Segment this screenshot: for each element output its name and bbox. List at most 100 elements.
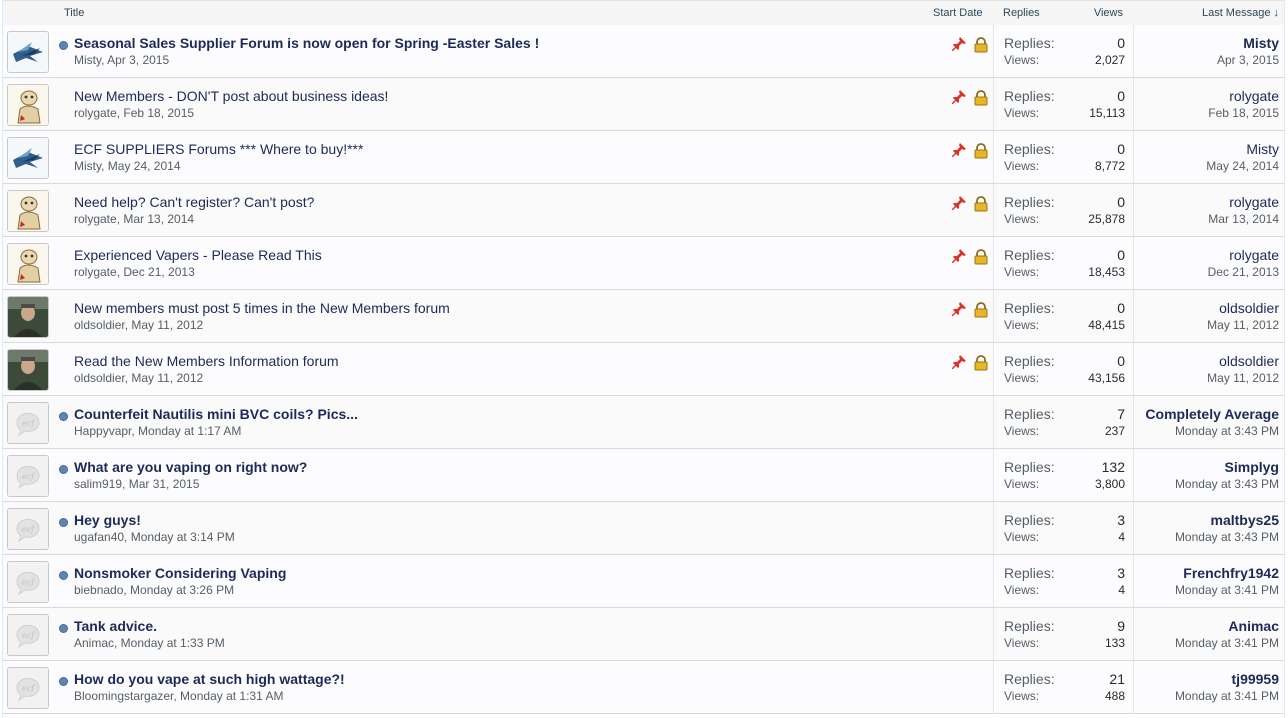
thread-title-link[interactable]: Read the New Members Information forum	[74, 353, 339, 369]
views-count: 25,878	[1088, 212, 1125, 226]
thread-row[interactable]: Need help? Can't register? Can't post? ro…	[3, 184, 1284, 237]
thread-stats: Replies: 21 Views: 488	[993, 661, 1134, 713]
thread-row[interactable]: ecf Hey guys! ugafan40, Monday at 3:14 PM R…	[3, 502, 1284, 555]
last-post-date-link[interactable]: Apr 3, 2015	[1217, 53, 1279, 67]
thread-status-icons	[949, 142, 989, 159]
photo-avatar[interactable]	[7, 296, 49, 338]
replies-count: 21	[1109, 671, 1125, 687]
thread-row[interactable]: New members must post 5 times in the New…	[3, 290, 1284, 343]
default-avatar[interactable]: ecf	[7, 667, 49, 709]
sticky-pin-icon	[951, 36, 967, 57]
thread-title-link[interactable]: Need help? Can't register? Can't post?	[74, 194, 314, 210]
thread-title-link[interactable]: Nonsmoker Considering Vaping	[74, 565, 286, 581]
thread-row[interactable]: ecf How do you vape at such high wattage?…	[3, 661, 1284, 714]
last-post-date-link[interactable]: Monday at 3:41 PM	[1175, 689, 1279, 703]
thread-row[interactable]: ECF SUPPLIERS Forums *** Where to buy!**…	[3, 131, 1284, 184]
thread-row[interactable]: New Members - DON'T post about business …	[3, 78, 1284, 131]
last-post-date-link[interactable]: Monday at 3:41 PM	[1175, 583, 1279, 597]
thread-stats: Replies: 0 Views: 48,415	[993, 290, 1134, 342]
thread-author-date[interactable]: oldsoldier, May 11, 2012	[74, 318, 203, 332]
default-avatar[interactable]: ecf	[7, 614, 49, 656]
thread-author-date[interactable]: rolygate, Feb 18, 2015	[74, 106, 194, 120]
thread-author-date[interactable]: oldsoldier, May 11, 2012	[74, 371, 203, 385]
last-post-date-link[interactable]: May 11, 2012	[1207, 371, 1279, 385]
thread-stats: Replies: 0 Views: 15,113	[993, 78, 1134, 130]
thread-title-link[interactable]: New members must post 5 times in the New…	[74, 300, 450, 316]
last-post-date-link[interactable]: Dec 21, 2013	[1208, 265, 1279, 279]
last-poster-link[interactable]: Frenchfry1942	[1183, 565, 1279, 581]
cartoon-avatar[interactable]	[7, 190, 49, 232]
thread-row[interactable]: ecf Counterfeit Nautilis mini BVC coils? …	[3, 396, 1284, 449]
column-last-message-sort[interactable]: Last Message ↓	[1163, 7, 1279, 19]
last-post-date-link[interactable]: Monday at 3:43 PM	[1175, 424, 1279, 438]
thread-row[interactable]: Read the New Members Information forum ol…	[3, 343, 1284, 396]
cartoon-avatar[interactable]	[7, 243, 49, 285]
last-poster-link[interactable]: rolygate	[1229, 247, 1279, 263]
thread-author-date[interactable]: rolygate, Mar 13, 2014	[74, 212, 194, 226]
thread-row[interactable]: ecf What are you vaping on right now? sali…	[3, 449, 1284, 502]
thread-title-link[interactable]: New Members - DON'T post about business …	[74, 88, 388, 104]
cartoon-avatar[interactable]	[7, 84, 49, 126]
last-poster-link[interactable]: Misty	[1246, 141, 1279, 157]
bird-avatar[interactable]	[7, 31, 49, 73]
column-replies-sort[interactable]: Replies	[1003, 7, 1040, 19]
last-post-date-link[interactable]: Feb 18, 2015	[1208, 106, 1279, 120]
unread-indicator-icon	[59, 465, 68, 474]
thread-title-link[interactable]: What are you vaping on right now?	[74, 459, 307, 475]
column-title-sort[interactable]: Title	[64, 7, 84, 19]
thread-author-date[interactable]: rolygate, Dec 21, 2013	[74, 265, 195, 279]
last-post-date-link[interactable]: May 24, 2014	[1206, 159, 1279, 173]
default-avatar[interactable]: ecf	[7, 508, 49, 550]
last-poster-link[interactable]: Completely Average	[1145, 406, 1279, 422]
replies-count: 132	[1101, 459, 1125, 475]
thread-row[interactable]: ecf Tank advice. Animac, Monday at 1:33 PM…	[3, 608, 1284, 661]
last-post-date-link[interactable]: Monday at 3:43 PM	[1175, 530, 1279, 544]
last-poster-link[interactable]: oldsoldier	[1219, 353, 1279, 369]
views-label: Views:	[1004, 53, 1040, 67]
last-post-date-link[interactable]: Mar 13, 2014	[1208, 212, 1279, 226]
thread-title-link[interactable]: Seasonal Sales Supplier Forum is now ope…	[74, 35, 539, 51]
column-start-date-sort[interactable]: Start Date	[933, 7, 983, 19]
last-poster-link[interactable]: maltbys25	[1211, 512, 1279, 528]
thread-title-link[interactable]: Counterfeit Nautilis mini BVC coils? Pic…	[74, 406, 358, 422]
thread-status-icons	[949, 301, 989, 318]
thread-title-link[interactable]: Tank advice.	[74, 618, 157, 634]
thread-author-date[interactable]: Misty, Apr 3, 2015	[74, 53, 169, 67]
last-poster-link[interactable]: Simplyg	[1225, 459, 1279, 475]
locked-icon	[974, 196, 988, 217]
views-label: Views:	[1004, 689, 1040, 703]
thread-author-date[interactable]: salim919, Mar 31, 2015	[74, 477, 199, 491]
last-poster-link[interactable]: Misty	[1243, 35, 1279, 51]
bird-avatar[interactable]	[7, 137, 49, 179]
thread-author-date[interactable]: biebnado, Monday at 3:26 PM	[74, 583, 234, 597]
photo-avatar[interactable]	[7, 349, 49, 391]
last-poster-link[interactable]: rolygate	[1229, 88, 1279, 104]
thread-author-date[interactable]: Misty, May 24, 2014	[74, 159, 181, 173]
last-poster-link[interactable]: tj99959	[1232, 671, 1279, 687]
replies-label: Replies:	[1004, 353, 1055, 369]
thread-row[interactable]: Experienced Vapers - Please Read This rol…	[3, 237, 1284, 290]
unread-indicator-icon	[59, 518, 68, 527]
thread-row[interactable]: Seasonal Sales Supplier Forum is now ope…	[3, 25, 1284, 78]
last-post-date-link[interactable]: Monday at 3:43 PM	[1175, 477, 1279, 491]
last-poster-link[interactable]: oldsoldier	[1219, 300, 1279, 316]
thread-author-date[interactable]: Animac, Monday at 1:33 PM	[74, 636, 225, 650]
default-avatar[interactable]: ecf	[7, 561, 49, 603]
column-views-sort[interactable]: Views	[1093, 7, 1123, 19]
default-avatar[interactable]: ecf	[7, 402, 49, 444]
last-poster-link[interactable]: rolygate	[1229, 194, 1279, 210]
thread-row[interactable]: ecf Nonsmoker Considering Vaping biebnado,…	[3, 555, 1284, 608]
thread-stats: Replies: 7 Views: 237	[993, 396, 1134, 448]
last-post-date-link[interactable]: Monday at 3:41 PM	[1175, 636, 1279, 650]
thread-title-link[interactable]: Experienced Vapers - Please Read This	[74, 247, 322, 263]
thread-author-date[interactable]: ugafan40, Monday at 3:14 PM	[74, 530, 235, 544]
thread-title-link[interactable]: Hey guys!	[74, 512, 141, 528]
thread-author-date[interactable]: Bloomingstargazer, Monday at 1:31 AM	[74, 689, 283, 703]
thread-title-link[interactable]: ECF SUPPLIERS Forums *** Where to buy!**…	[74, 141, 363, 157]
last-poster-link[interactable]: Animac	[1228, 618, 1279, 634]
last-post-date-link[interactable]: May 11, 2012	[1207, 318, 1279, 332]
unread-indicator-icon	[59, 624, 68, 633]
thread-title-link[interactable]: How do you vape at such high wattage?!	[74, 671, 345, 687]
thread-author-date[interactable]: Happyvapr, Monday at 1:17 AM	[74, 424, 241, 438]
default-avatar[interactable]: ecf	[7, 455, 49, 497]
